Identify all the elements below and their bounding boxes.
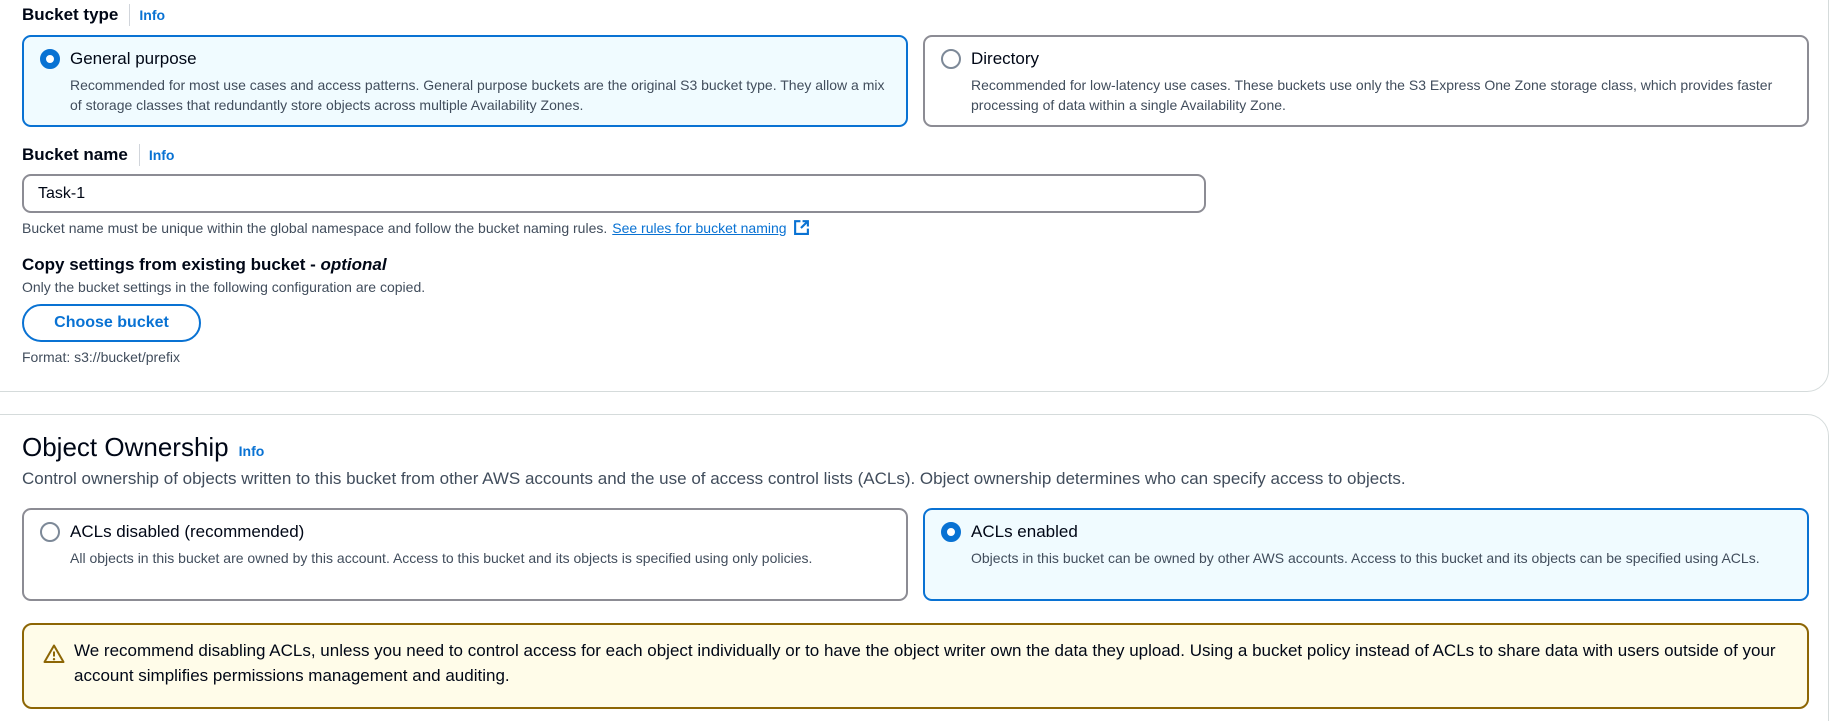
bucket-name-constraint-text: Bucket name must be unique within the gl… [22, 219, 608, 236]
acls-enabled-title: ACLs enabled [971, 522, 1078, 541]
directory-radio[interactable] [941, 49, 961, 69]
bucket-type-directory-tile[interactable]: Directory Recommended for low-latency us… [923, 35, 1809, 127]
acls-disabled-title: ACLs disabled (recommended) [70, 522, 305, 541]
object-ownership-header: Object Ownership Info [22, 432, 264, 463]
bucket-name-info-link[interactable]: Info [149, 147, 175, 163]
bucket-name-label: Bucket name [22, 145, 128, 164]
copy-settings-description: Only the bucket settings in the followin… [22, 279, 426, 295]
object-ownership-description: Control ownership of objects written to … [22, 469, 1406, 488]
external-link-icon[interactable] [793, 219, 810, 236]
bucket-type-label: Bucket type [22, 5, 119, 24]
general-purpose-title: General purpose [70, 49, 197, 68]
acls-disabled-radio[interactable] [40, 522, 60, 542]
bucket-name-label-row: Bucket name Info [22, 144, 174, 166]
directory-title: Directory [971, 49, 1040, 68]
directory-description: Recommended for low-latency use cases. T… [971, 77, 1773, 113]
bucket-type-label-row: Bucket type Info [22, 4, 165, 26]
bucket-type-general-purpose-tile[interactable]: General purpose Recommended for most use… [22, 35, 908, 127]
acls-enabled-tile[interactable]: ACLs enabled Objects in this bucket can … [923, 508, 1809, 601]
copy-settings-title-text: Copy settings from existing bucket - [22, 255, 321, 274]
warning-icon [43, 644, 65, 663]
bucket-naming-rules-link[interactable]: See rules for bucket naming [612, 220, 786, 236]
object-ownership-info-link[interactable]: Info [239, 443, 265, 459]
general-purpose-radio[interactable] [40, 49, 60, 69]
acls-enabled-radio[interactable] [941, 522, 961, 542]
acl-warning-alert: We recommend disabling ACLs, unless you … [22, 623, 1809, 709]
optional-label: optional [320, 255, 387, 274]
general-purpose-description: Recommended for most use cases and acces… [70, 77, 885, 113]
divider [129, 4, 131, 26]
copy-settings-title: Copy settings from existing bucket - opt… [22, 255, 387, 275]
bucket-name-constraint: Bucket name must be unique within the gl… [22, 219, 810, 236]
bucket-name-input[interactable] [22, 174, 1206, 213]
acls-disabled-description: All objects in this bucket are owned by … [70, 550, 813, 566]
choose-bucket-button[interactable]: Choose bucket [22, 304, 201, 342]
copy-settings-format-hint: Format: s3://bucket/prefix [22, 349, 180, 365]
bucket-type-info-link[interactable]: Info [139, 7, 165, 23]
acls-disabled-tile[interactable]: ACLs disabled (recommended) All objects … [22, 508, 908, 601]
acls-enabled-description: Objects in this bucket can be owned by o… [971, 550, 1760, 566]
acl-warning-text: We recommend disabling ACLs, unless you … [74, 641, 1776, 685]
object-ownership-title: Object Ownership [22, 432, 229, 462]
divider [138, 144, 140, 166]
